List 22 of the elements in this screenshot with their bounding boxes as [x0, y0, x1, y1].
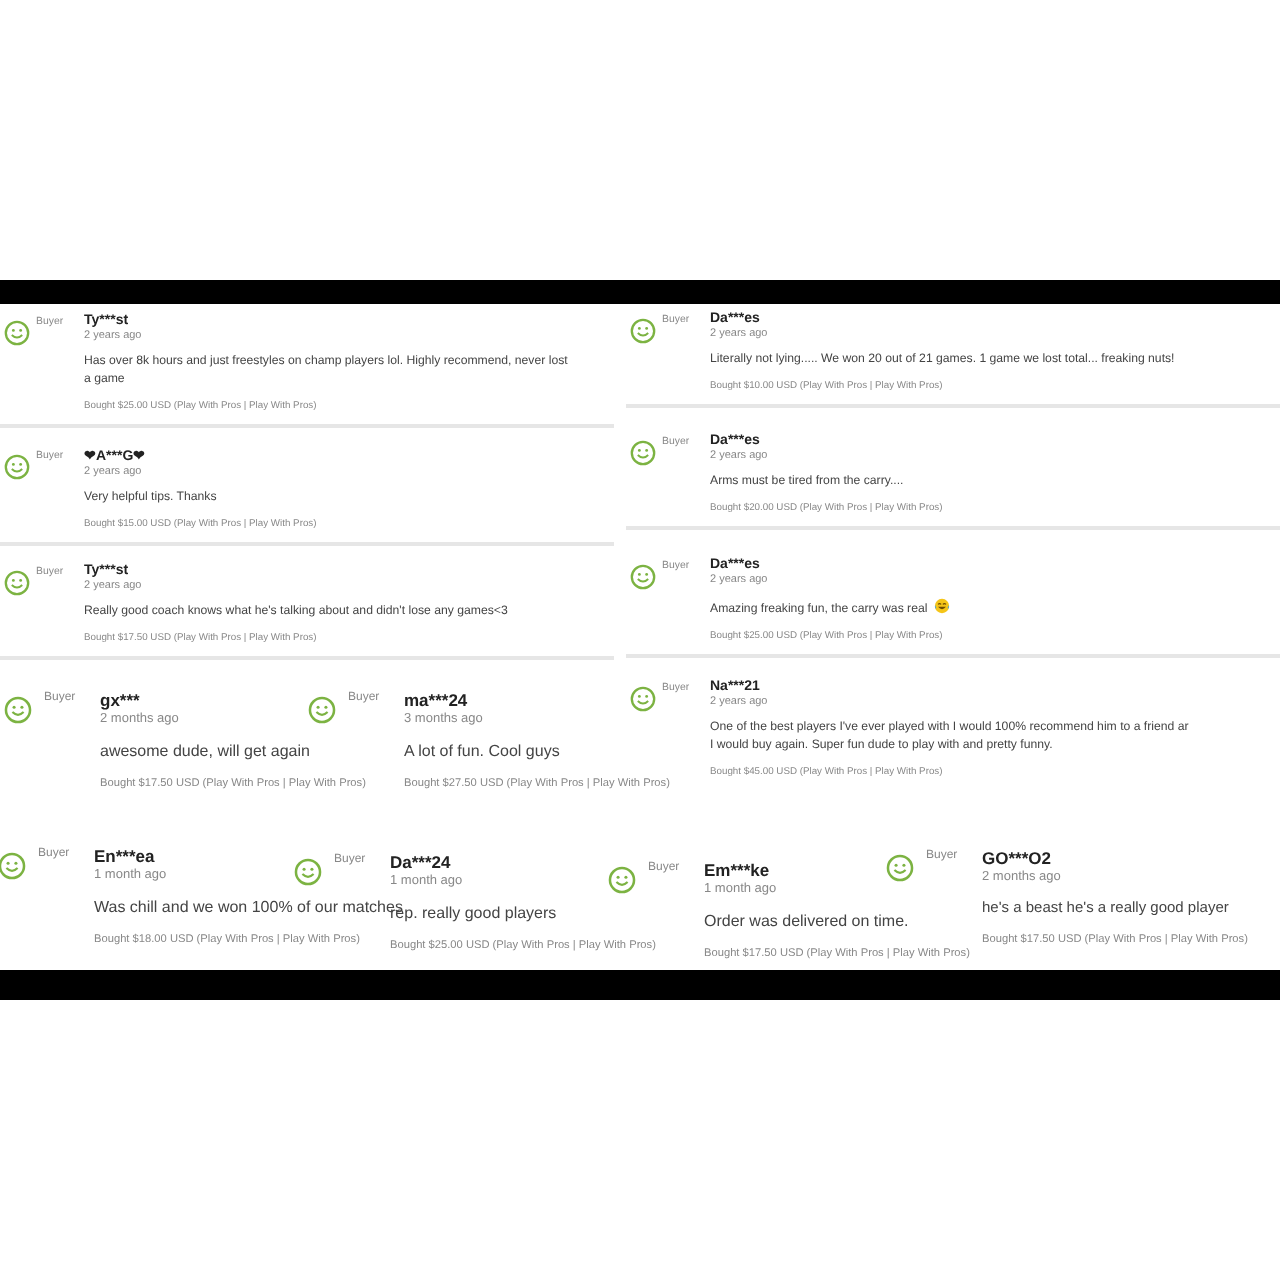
reviewer-name: gx***	[100, 690, 140, 710]
smiley-icon	[308, 696, 336, 724]
reviewer-name: Da***24	[390, 852, 451, 872]
reviewer-name: GO***O2	[982, 848, 1051, 868]
smiley-icon	[608, 866, 636, 894]
smiley-icon	[0, 852, 26, 880]
review-text: A lot of fun. Cool guys	[404, 740, 560, 764]
reviewer-name: En***ea	[94, 846, 155, 866]
smiley-icon	[630, 686, 656, 712]
smiley-icon	[294, 858, 322, 886]
smiley-icon	[4, 320, 30, 346]
review-text: awesome dude, will get again	[100, 740, 310, 764]
reviewer-name: Em***ke	[704, 860, 770, 880]
smiley-icon	[630, 564, 656, 590]
smiley-icon	[4, 696, 32, 724]
review-text: Order was delivered on time.	[704, 910, 909, 934]
smiley-icon	[4, 570, 30, 596]
smiley-icon	[630, 440, 656, 466]
smiley-icon	[630, 318, 656, 344]
smiley-icon	[886, 854, 914, 882]
reviewer-name: ma***24	[404, 690, 468, 710]
smiley-icon	[4, 454, 30, 480]
